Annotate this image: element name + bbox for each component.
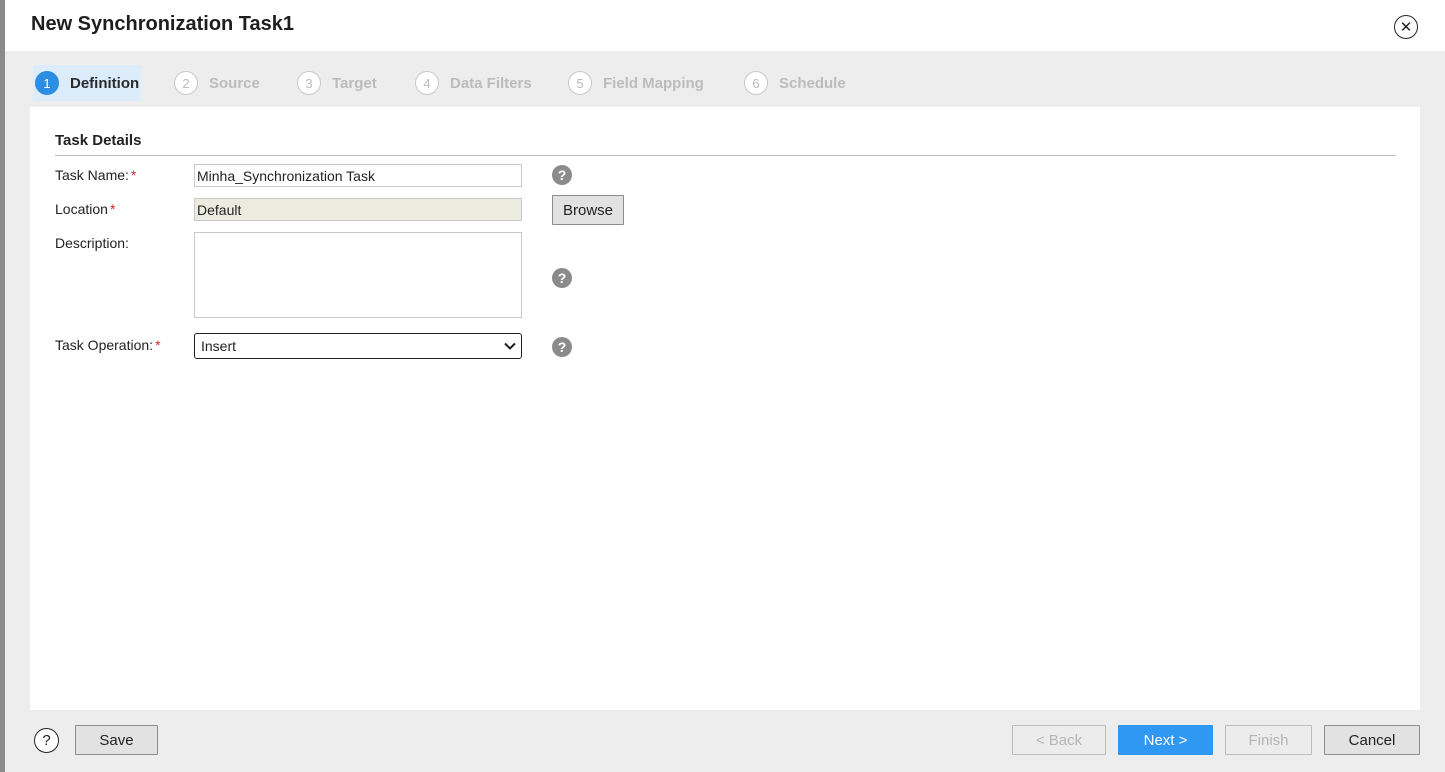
description-textarea[interactable] [194, 232, 522, 318]
step-label: Data Filters [450, 74, 532, 92]
description-help-icon[interactable]: ? [552, 268, 572, 288]
save-button[interactable]: Save [75, 725, 158, 755]
step-number: 5 [568, 71, 592, 95]
task-operation-label: Task Operation: * [55, 337, 161, 353]
location-label: Location * [55, 201, 115, 217]
task-operation-help-icon[interactable]: ? [552, 337, 572, 357]
step-number: 6 [744, 71, 768, 95]
step-number: 2 [174, 71, 198, 95]
wizard-steps: 1 Definition 2 Source 3 Target 4 Data Fi… [5, 60, 1445, 104]
browse-button[interactable]: Browse [552, 195, 624, 225]
required-marker: * [130, 167, 137, 183]
step-schedule[interactable]: 6 Schedule [744, 65, 846, 101]
task-name-label-text: Task Name: [55, 167, 129, 183]
step-definition[interactable]: 1 Definition [33, 65, 142, 101]
finish-button[interactable]: Finish [1225, 725, 1312, 755]
next-button[interactable]: Next > [1118, 725, 1213, 755]
close-icon[interactable]: ✕ [1394, 15, 1418, 39]
step-label: Schedule [779, 74, 846, 92]
location-label-text: Location [55, 201, 108, 217]
step-label: Definition [70, 74, 140, 92]
task-operation-select[interactable]: Insert [194, 333, 522, 359]
task-operation-value: Insert [201, 338, 237, 354]
dialog-titlebar: New Synchronization Task1 ✕ [5, 0, 1445, 51]
location-field: Default [194, 198, 522, 221]
description-label: Description: [55, 235, 129, 251]
dialog-title: New Synchronization Task1 [31, 13, 295, 35]
step-number: 3 [297, 71, 321, 95]
task-name-label: Task Name: * [55, 167, 136, 183]
step-target[interactable]: 3 Target [297, 65, 377, 101]
chevron-down-icon [504, 342, 516, 350]
step-label: Field Mapping [603, 74, 704, 92]
section-divider [55, 155, 1396, 156]
task-details-panel: Task Details Task Name: * Minha_Synchroni… [30, 107, 1420, 710]
section-title: Task Details [55, 132, 142, 149]
step-source[interactable]: 2 Source [174, 65, 260, 101]
help-icon[interactable]: ? [34, 728, 59, 753]
step-number: 1 [35, 71, 59, 95]
required-marker: * [155, 337, 161, 353]
synchronization-task-dialog: New Synchronization Task1 ✕ 1 Definition… [5, 0, 1445, 772]
cancel-button[interactable]: Cancel [1324, 725, 1420, 755]
step-label: Target [332, 74, 377, 92]
back-button[interactable]: < Back [1012, 725, 1106, 755]
step-label: Source [209, 74, 260, 92]
task-name-help-icon[interactable]: ? [552, 165, 572, 185]
step-data-filters[interactable]: 4 Data Filters [415, 65, 532, 101]
required-marker: * [109, 201, 116, 217]
task-operation-label-text: Task Operation: [55, 337, 154, 353]
task-name-input[interactable]: Minha_Synchronization Task [194, 164, 522, 187]
step-field-mapping[interactable]: 5 Field Mapping [568, 65, 704, 101]
step-number: 4 [415, 71, 439, 95]
